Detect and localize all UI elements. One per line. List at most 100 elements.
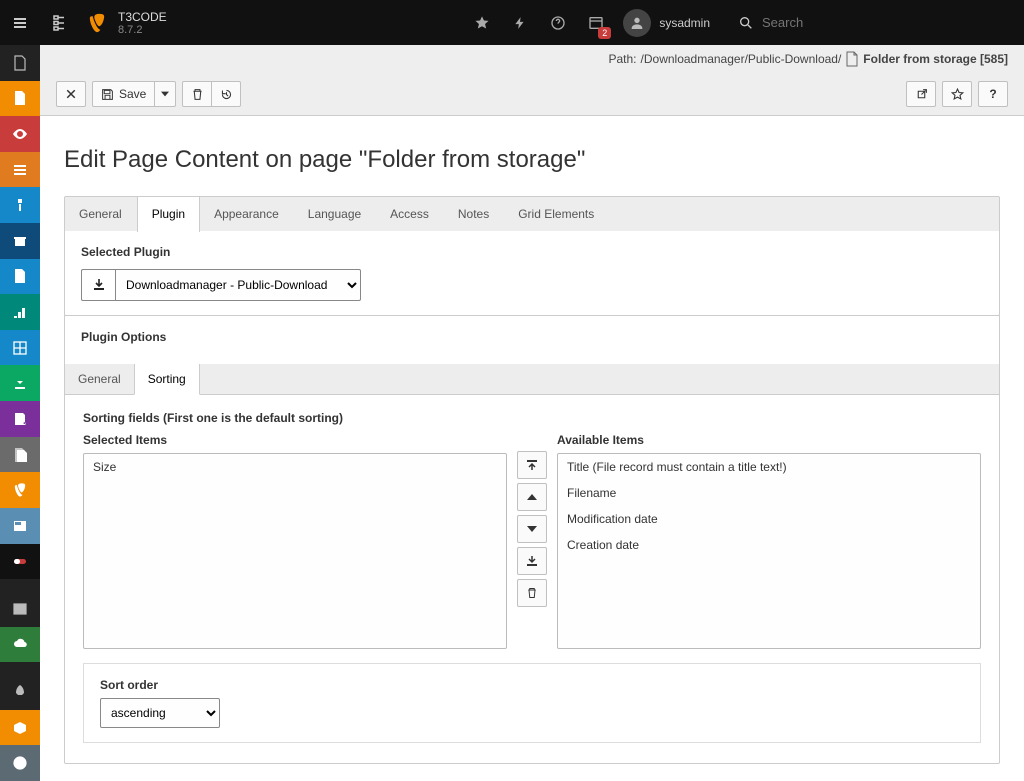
context-help-button[interactable]: ? bbox=[978, 81, 1008, 107]
history-button[interactable] bbox=[211, 81, 241, 107]
sort-order-select[interactable]: ascending bbox=[100, 698, 220, 728]
content-area: Path: /Downloadmanager/Public-Download/ … bbox=[40, 45, 1024, 781]
module-reports[interactable] bbox=[0, 294, 40, 330]
module-list[interactable] bbox=[0, 81, 40, 117]
tabs-main: GeneralPluginAppearanceLanguageAccessNot… bbox=[64, 196, 1000, 231]
chevron-down-icon bbox=[161, 90, 169, 98]
module-bar bbox=[0, 45, 40, 781]
selected-items-list[interactable]: Size bbox=[83, 453, 507, 649]
plugin-options-label: Plugin Options bbox=[81, 330, 983, 344]
tree-icon bbox=[52, 15, 68, 31]
panel-plugin-options: Plugin Options GeneralSorting Sorting fi… bbox=[64, 315, 1000, 764]
sorting-section-label: Sorting fields (First one is the default… bbox=[83, 411, 981, 425]
brand: T3CODE 8.7.2 bbox=[80, 10, 167, 36]
move-bottom-button[interactable] bbox=[517, 547, 547, 575]
question-icon: ? bbox=[989, 87, 996, 101]
tab-access[interactable]: Access bbox=[376, 197, 444, 231]
available-items-list[interactable]: Title (File record must contain a title … bbox=[557, 453, 981, 649]
plugin-icon-box bbox=[81, 269, 115, 301]
sorting-panel: Sorting fields (First one is the default… bbox=[65, 395, 999, 763]
user-icon bbox=[629, 15, 645, 31]
search-input[interactable] bbox=[762, 15, 982, 30]
username: sysadmin bbox=[659, 16, 710, 30]
available-items-label: Available Items bbox=[557, 433, 981, 447]
tree-toggle-button[interactable] bbox=[40, 0, 80, 45]
save-icon bbox=[101, 88, 114, 101]
save-button[interactable]: Save bbox=[92, 81, 155, 107]
help-button[interactable] bbox=[539, 0, 577, 45]
bookmarks-button[interactable] bbox=[463, 0, 501, 45]
bookmark-button[interactable] bbox=[942, 81, 972, 107]
move-bottom-icon bbox=[526, 555, 538, 567]
app-button[interactable]: 2 bbox=[577, 0, 615, 45]
list-item[interactable]: Title (File record must contain a title … bbox=[558, 454, 980, 480]
tab-appearance[interactable]: Appearance bbox=[200, 197, 294, 231]
save-dropdown-button[interactable] bbox=[154, 81, 176, 107]
selected-items-label: Selected Items bbox=[83, 433, 507, 447]
list-item[interactable]: Filename bbox=[558, 480, 980, 506]
move-up-button[interactable] bbox=[517, 483, 547, 511]
module-info[interactable] bbox=[0, 187, 40, 223]
module-news[interactable] bbox=[0, 508, 40, 544]
module-cloud[interactable] bbox=[0, 627, 40, 663]
record-toolbar: Save ? bbox=[40, 73, 1024, 116]
remove-item-button[interactable] bbox=[517, 579, 547, 607]
module-globe[interactable] bbox=[0, 745, 40, 781]
list-item[interactable]: Size bbox=[84, 454, 506, 480]
module-rocket[interactable] bbox=[0, 674, 40, 710]
module-templates[interactable] bbox=[0, 437, 40, 473]
trash-icon bbox=[191, 88, 204, 101]
typo3-logo-icon bbox=[86, 12, 108, 34]
trash-small-icon bbox=[526, 587, 538, 599]
panel-selected-plugin: Selected Plugin Downloadmanager - Public… bbox=[64, 231, 1000, 316]
module-docs[interactable] bbox=[0, 259, 40, 295]
download-icon bbox=[91, 277, 107, 293]
move-top-icon bbox=[526, 459, 538, 471]
save-button-label: Save bbox=[119, 87, 146, 101]
module-page[interactable] bbox=[0, 45, 40, 81]
module-image[interactable] bbox=[0, 591, 40, 627]
sort-order-label: Sort order bbox=[100, 678, 964, 692]
list-item[interactable]: Modification date bbox=[558, 506, 980, 532]
module-box[interactable] bbox=[0, 710, 40, 746]
search-box[interactable] bbox=[724, 15, 1024, 31]
module-download[interactable] bbox=[0, 365, 40, 401]
move-top-button[interactable] bbox=[517, 451, 547, 479]
tab-notes[interactable]: Notes bbox=[444, 197, 504, 231]
cache-button[interactable] bbox=[501, 0, 539, 45]
external-icon bbox=[915, 88, 928, 101]
open-new-window-button[interactable] bbox=[906, 81, 936, 107]
menu-toggle-button[interactable] bbox=[0, 0, 40, 45]
list-item[interactable]: Creation date bbox=[558, 532, 980, 558]
sort-order-block: Sort order ascending bbox=[83, 663, 981, 743]
module-forms[interactable] bbox=[0, 401, 40, 437]
subtab-sorting[interactable]: Sorting bbox=[134, 364, 200, 395]
module-layout[interactable] bbox=[0, 330, 40, 366]
star-icon bbox=[474, 15, 490, 31]
tab-language[interactable]: Language bbox=[294, 197, 376, 231]
path-page[interactable]: Folder from storage [585] bbox=[863, 52, 1008, 66]
module-pill[interactable] bbox=[0, 544, 40, 580]
move-up-icon bbox=[527, 493, 537, 501]
breadcrumb: Path: /Downloadmanager/Public-Download/ … bbox=[40, 45, 1024, 73]
module-view[interactable] bbox=[0, 116, 40, 152]
path-prefix: Path: bbox=[608, 52, 636, 66]
close-icon bbox=[65, 88, 77, 100]
close-button[interactable] bbox=[56, 81, 86, 107]
tab-plugin[interactable]: Plugin bbox=[137, 197, 200, 232]
brand-version: 8.7.2 bbox=[118, 24, 167, 36]
search-icon bbox=[738, 15, 754, 31]
path-segments[interactable]: /Downloadmanager/Public-Download/ bbox=[641, 52, 842, 66]
page-icon bbox=[845, 51, 859, 67]
module-tools[interactable] bbox=[0, 223, 40, 259]
module-list2[interactable] bbox=[0, 152, 40, 188]
subtab-general[interactable]: General bbox=[65, 364, 134, 394]
notifications-badge: 2 bbox=[598, 27, 611, 39]
user-menu[interactable]: sysadmin bbox=[615, 9, 724, 37]
tab-general[interactable]: General bbox=[65, 197, 137, 231]
tab-grid-elements[interactable]: Grid Elements bbox=[504, 197, 609, 231]
move-down-button[interactable] bbox=[517, 515, 547, 543]
delete-button[interactable] bbox=[182, 81, 212, 107]
module-typo3[interactable] bbox=[0, 472, 40, 508]
plugin-select[interactable]: Downloadmanager - Public-Download bbox=[115, 269, 361, 301]
